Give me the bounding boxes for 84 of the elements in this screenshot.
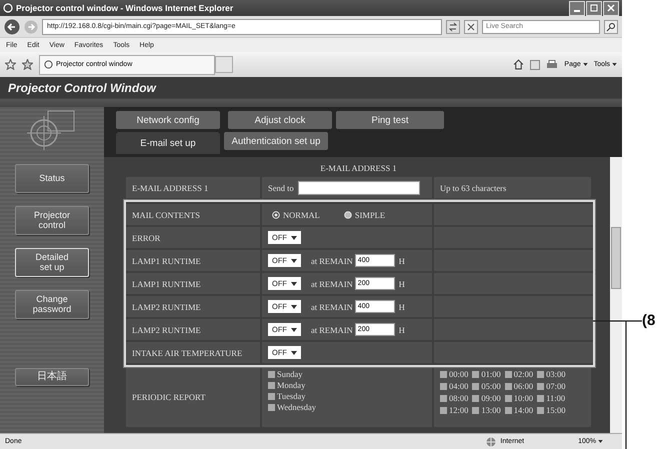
sidebar-button[interactable]: Projector control — [15, 206, 89, 235]
caret-icon — [291, 350, 297, 354]
search-icon[interactable] — [604, 20, 618, 34]
scrollbar[interactable] — [610, 157, 622, 433]
caret-icon — [612, 63, 617, 66]
field-label: ERROR — [126, 227, 260, 248]
print-icon[interactable] — [546, 60, 558, 70]
field-label: E-MAIL ADDRESS 1 — [126, 177, 260, 198]
browser-logo-icon — [3, 3, 13, 13]
field-label: MAIL CONTENTS — [126, 204, 260, 225]
stop-icon[interactable] — [464, 20, 478, 34]
caret-icon — [291, 282, 297, 286]
hour-checkbox[interactable]: 09:00 — [472, 393, 501, 403]
field-label: LAMP2 RUNTIME — [126, 319, 260, 340]
hour-checkbox[interactable]: 15:00 — [537, 405, 566, 415]
close-icon — [606, 3, 616, 13]
field-prefix: Send to — [268, 182, 294, 192]
tab[interactable]: Ping test — [336, 111, 444, 129]
field-label: LAMP2 RUNTIME — [126, 296, 260, 317]
maximize-icon — [589, 3, 599, 13]
page-icon — [44, 60, 53, 69]
hour-checkbox[interactable]: 05:00 — [472, 381, 501, 391]
star-icon[interactable] — [5, 59, 16, 70]
feed-icon[interactable] — [530, 60, 540, 70]
refresh-icon[interactable] — [446, 20, 460, 34]
sidebar-button[interactable]: Status — [15, 164, 89, 193]
close-button[interactable] — [603, 0, 619, 16]
hour-checkbox[interactable]: 11:00 — [537, 393, 566, 403]
unit-label: H — [398, 324, 405, 334]
unit-label: H — [398, 278, 405, 288]
hour-checkbox[interactable]: 07:00 — [537, 381, 566, 391]
radio-option[interactable]: SIMPLE — [344, 210, 386, 220]
email-field[interactable] — [298, 180, 420, 194]
day-checkbox[interactable]: Wednesday — [268, 402, 316, 412]
minimize-button[interactable] — [569, 0, 585, 16]
hour-checkbox[interactable]: 08:00 — [440, 393, 468, 403]
day-checkbox[interactable]: Monday — [268, 380, 306, 390]
field-prefix: at REMAIN — [311, 256, 353, 266]
radio-option[interactable]: NORMAL — [272, 210, 320, 220]
sidebar-button[interactable]: 日本語 — [15, 368, 89, 386]
tab[interactable]: Adjust clock — [228, 111, 332, 129]
back-icon[interactable] — [4, 18, 20, 34]
unit-label: H — [398, 256, 405, 266]
field-label: INTAKE AIR TEMPERATURE — [126, 342, 260, 363]
sidebar-button[interactable]: Change password — [15, 290, 89, 319]
hour-checkbox[interactable]: 06:00 — [504, 381, 534, 391]
maximize-button[interactable] — [586, 0, 602, 16]
hour-checkbox[interactable]: 10:00 — [504, 393, 534, 403]
caret-icon — [291, 258, 297, 262]
caret-icon — [598, 440, 603, 443]
field-note: Up to 63 characters — [434, 177, 591, 198]
day-checkbox[interactable]: Sunday — [268, 369, 302, 379]
globe-icon — [486, 436, 496, 446]
caret-icon — [291, 328, 297, 332]
tab[interactable]: Network config — [116, 111, 220, 129]
day-checkbox[interactable]: Tuesday — [268, 391, 306, 401]
caret-icon — [291, 304, 297, 308]
field-prefix: at REMAIN — [311, 278, 353, 288]
hour-checkbox[interactable]: 13:00 — [472, 405, 501, 415]
hour-checkbox[interactable]: 00:00 — [440, 369, 468, 379]
hour-checkbox[interactable]: 04:00 — [440, 381, 468, 391]
hour-checkbox[interactable]: 12:00 — [440, 405, 468, 415]
minimize-icon — [574, 10, 580, 12]
unit-label: H — [398, 302, 405, 312]
callout-label: (8 — [642, 312, 656, 329]
sidebar-button[interactable]: Detailed set up — [15, 248, 89, 277]
tab[interactable]: E-mail set up — [116, 132, 220, 154]
hour-checkbox[interactable]: 14:00 — [504, 405, 534, 415]
star-plus-icon[interactable] — [22, 59, 33, 70]
hour-checkbox[interactable]: 02:00 — [504, 369, 534, 379]
field-prefix: at REMAIN — [311, 324, 353, 334]
field-prefix: at REMAIN — [311, 302, 353, 312]
field-label: PERIODIC REPORT — [126, 367, 260, 427]
tab[interactable]: Authentication set up — [224, 132, 328, 150]
window-title: Projector control window - Windows Internet Explorer — [16, 3, 234, 13]
page-title: Projector Control Window — [8, 81, 156, 95]
field-label: LAMP1 RUNTIME — [126, 250, 260, 271]
hour-checkbox[interactable]: 01:00 — [472, 369, 501, 379]
field-label: LAMP1 RUNTIME — [126, 273, 260, 294]
caret-icon — [582, 63, 588, 66]
home-icon[interactable] — [513, 59, 524, 70]
hour-checkbox[interactable]: 03:00 — [537, 369, 566, 379]
caret-icon — [291, 236, 297, 240]
section-title: E-MAIL ADDRESS 1 — [319, 162, 398, 175]
